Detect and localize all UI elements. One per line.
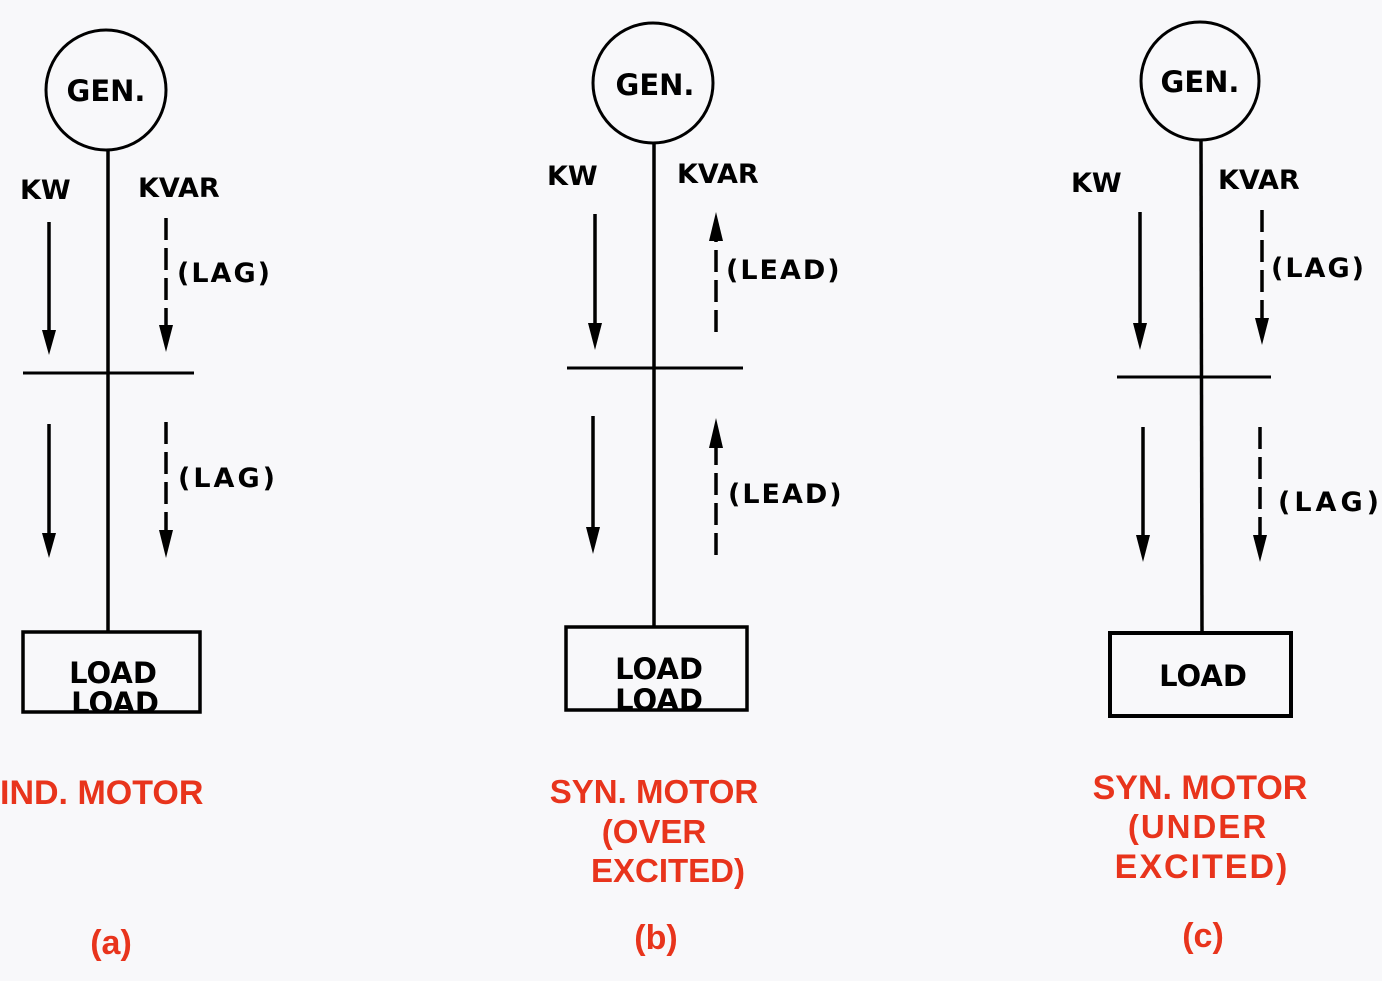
kvar-lower-label: (LEAD) — [728, 479, 844, 510]
kw-arrow-lower — [1136, 427, 1150, 562]
kvar-lower-label: (LAG) — [1278, 487, 1382, 518]
kw-arrow-lower — [586, 416, 600, 554]
load-label: LOAD — [69, 656, 157, 690]
kvar-arrow-upper — [709, 212, 723, 332]
kvar-arrow-upper — [159, 218, 173, 352]
caption-line-2: (UNDER — [1128, 808, 1268, 845]
kw-label: KW — [1071, 168, 1122, 199]
kvar-lower-label: (LAG) — [178, 463, 278, 494]
generator-label: GEN. — [67, 74, 146, 108]
kvar-label: KVAR — [1218, 165, 1300, 196]
kvar-arrow-lower — [1253, 427, 1267, 562]
generator-label: GEN. — [1161, 65, 1240, 99]
kvar-arrow-lower — [709, 418, 723, 555]
kvar-upper-label: (LAG) — [1271, 253, 1366, 284]
kvar-arrow-lower — [159, 422, 173, 558]
power-flow-diagram: GEN. KW KVAR (LAG) (LAG) LOAD LOAD IND. … — [0, 20, 1382, 962]
caption-line-1: SYN. MOTOR — [550, 773, 759, 810]
main-feeder-line — [1199, 139, 1204, 633]
caption-line-1: SYN. MOTOR — [1093, 769, 1308, 807]
caption-line-3: EXCITED) — [1115, 848, 1290, 886]
kvar-upper-label: (LAG) — [177, 258, 272, 289]
kw-arrow-lower — [42, 424, 56, 558]
caption-line-2: (OVER — [602, 813, 707, 850]
generator-label: GEN. — [616, 68, 695, 102]
load-label-duplicate: LOAD — [615, 683, 703, 717]
load-label: LOAD — [615, 652, 703, 686]
panel-c: GEN. KW KVAR (LAG) (LAG) LOAD SYN. MOTOR… — [1071, 20, 1382, 955]
kvar-label: KVAR — [138, 173, 220, 204]
load-label-duplicate: LOAD — [71, 686, 159, 720]
kw-label: KW — [547, 161, 598, 192]
kvar-arrow-upper — [1255, 210, 1269, 345]
load-label: LOAD — [1159, 659, 1247, 693]
panel-letter: (c) — [1182, 917, 1224, 955]
panel-a: GEN. KW KVAR (LAG) (LAG) LOAD LOAD IND. … — [0, 28, 278, 962]
kw-label: KW — [20, 175, 71, 206]
caption-line-1: IND. MOTOR — [0, 774, 203, 812]
caption-line-3: EXCITED) — [591, 852, 745, 889]
kw-arrow-upper — [1133, 212, 1147, 350]
panel-letter: (b) — [634, 919, 677, 957]
kvar-label: KVAR — [677, 159, 759, 190]
kvar-upper-label: (LEAD) — [726, 255, 842, 286]
kw-arrow-upper — [588, 214, 602, 350]
kw-arrow-upper — [42, 222, 56, 355]
panel-b: GEN. KW KVAR (LEAD) (LEAD) LOAD LOAD SYN… — [547, 21, 844, 957]
panel-letter: (a) — [90, 924, 132, 962]
